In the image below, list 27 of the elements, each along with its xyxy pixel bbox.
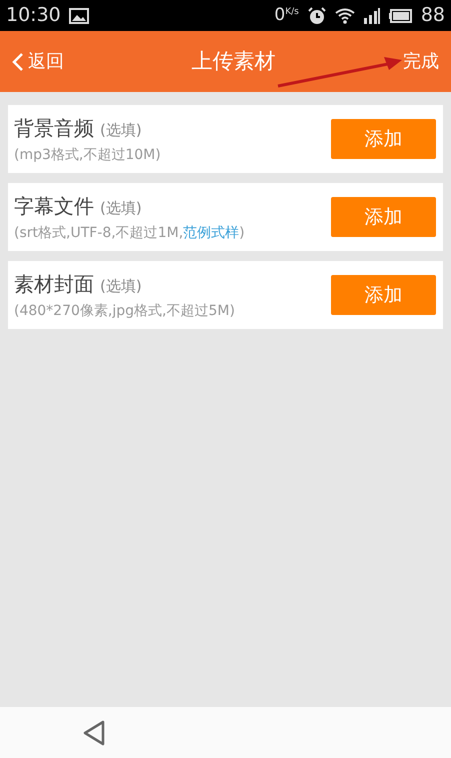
clock-time: 10:30 <box>6 3 61 28</box>
add-button[interactable]: 添加 <box>331 275 436 315</box>
item-title: 背景音频 <box>14 114 94 142</box>
back-button[interactable]: 返回 <box>12 48 64 75</box>
alarm-icon <box>306 6 327 26</box>
battery-level: 88 <box>420 3 445 28</box>
back-nav-icon[interactable] <box>82 720 106 746</box>
signal-icon <box>362 6 381 24</box>
image-icon <box>68 8 89 24</box>
battery-icon <box>388 8 413 24</box>
item-title: 素材封面 <box>14 270 94 298</box>
format-note: (480*270像素,jpg格式,不超过5M) <box>14 302 236 320</box>
chevron-left-icon <box>12 52 24 72</box>
wifi-icon <box>334 8 355 24</box>
format-note: (mp3格式,不超过10M) <box>14 146 162 164</box>
speed-unit: K/s <box>285 6 299 19</box>
example-link[interactable]: 范例式样 <box>183 224 240 240</box>
item-title: 字幕文件 <box>14 192 94 220</box>
optional-label: (选填) <box>100 276 142 296</box>
optional-label: (选填) <box>100 198 142 218</box>
network-speed: 0 <box>274 4 286 27</box>
add-button[interactable]: 添加 <box>331 119 436 159</box>
done-button[interactable]: 完成 <box>403 48 439 75</box>
add-button[interactable]: 添加 <box>331 197 436 237</box>
optional-label: (选填) <box>100 120 142 140</box>
format-note: (srt格式,UTF-8,不超过1M,范例式样) <box>14 224 246 242</box>
page-title: 上传素材 <box>192 48 276 75</box>
